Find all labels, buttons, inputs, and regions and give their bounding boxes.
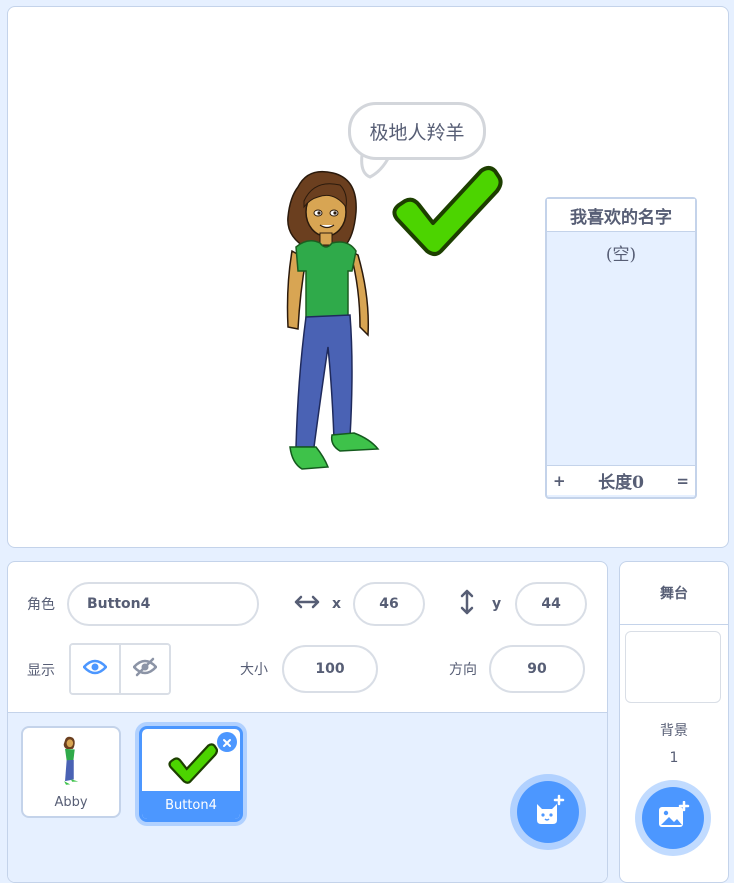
sprite-name-row: 角色 Button4 bbox=[27, 582, 259, 626]
list-monitor-favorite-names[interactable]: 我喜欢的名字 (空) + 长度0 = bbox=[545, 197, 697, 499]
y-input[interactable]: 44 bbox=[515, 582, 588, 626]
hide-sprite-button[interactable] bbox=[121, 645, 169, 693]
list-footer: + 长度0 = bbox=[547, 465, 695, 495]
sprite-label: 角色 bbox=[27, 597, 55, 613]
cat-plus-icon bbox=[531, 794, 565, 830]
backdrop-count: 1 bbox=[669, 750, 679, 766]
delete-sprite-button[interactable] bbox=[217, 732, 237, 752]
list-title: 我喜欢的名字 bbox=[547, 199, 695, 232]
button4-checkmark-sprite[interactable] bbox=[391, 165, 503, 259]
list-empty-text: (空) bbox=[605, 245, 637, 265]
horizontal-arrows-icon bbox=[294, 595, 320, 613]
size-row: 大小 100 bbox=[240, 645, 378, 693]
visibility-toggle bbox=[69, 643, 171, 695]
sprite-tile-button4[interactable]: Button4 bbox=[139, 726, 243, 822]
sprite-tile-name: Abby bbox=[54, 795, 88, 810]
close-icon bbox=[222, 733, 232, 752]
abby-thumbnail bbox=[63, 736, 79, 785]
direction-row: 方向 90 bbox=[449, 645, 585, 693]
x-position-row: x 46 bbox=[294, 582, 426, 626]
speech-bubble: 极地人羚羊 bbox=[348, 102, 486, 160]
sprite-info-pane: 角色 Button4 x 46 y 44 显示 大小 100 方向 90 Abb… bbox=[7, 561, 608, 883]
size-label: 大小 bbox=[240, 662, 268, 678]
x-label: x bbox=[332, 596, 342, 612]
vertical-arrows-icon bbox=[460, 589, 474, 619]
direction-label: 方向 bbox=[449, 662, 477, 678]
sprite-tile-abby[interactable]: Abby bbox=[21, 726, 121, 818]
y-label: y bbox=[492, 596, 502, 612]
list-add-button[interactable]: + bbox=[553, 472, 566, 490]
eye-icon bbox=[82, 659, 108, 679]
abby-sprite-figure[interactable] bbox=[278, 167, 388, 477]
stage-thumbnail[interactable] bbox=[625, 631, 721, 703]
checkmark-thumbnail bbox=[168, 743, 218, 784]
size-input[interactable]: 100 bbox=[282, 645, 378, 693]
list-resize-handle[interactable]: = bbox=[676, 472, 689, 490]
backdrop-label: 背景 bbox=[660, 723, 688, 739]
eye-slash-icon bbox=[132, 657, 158, 681]
direction-input[interactable]: 90 bbox=[489, 645, 585, 693]
sprite-list: Abby Button4 bbox=[8, 712, 607, 882]
x-input[interactable]: 46 bbox=[353, 582, 426, 626]
image-plus-icon bbox=[656, 800, 690, 835]
sprite-name-input[interactable]: Button4 bbox=[67, 582, 259, 626]
stage-pane-title: 舞台 bbox=[620, 562, 728, 625]
stage-selector-pane[interactable]: 舞台 背景 1 bbox=[619, 561, 729, 883]
add-backdrop-button[interactable] bbox=[642, 787, 704, 849]
add-sprite-button[interactable] bbox=[517, 781, 579, 843]
show-sprite-button[interactable] bbox=[71, 645, 121, 693]
stage-canvas[interactable]: 极地人羚羊 我喜欢的名字 (空) + 长度0 = bbox=[7, 6, 729, 548]
sprite-tile-name: Button4 bbox=[142, 791, 240, 819]
y-position-row: y 44 bbox=[460, 582, 588, 626]
show-label: 显示 bbox=[27, 663, 55, 679]
list-length-label: 长度0 bbox=[598, 473, 644, 493]
